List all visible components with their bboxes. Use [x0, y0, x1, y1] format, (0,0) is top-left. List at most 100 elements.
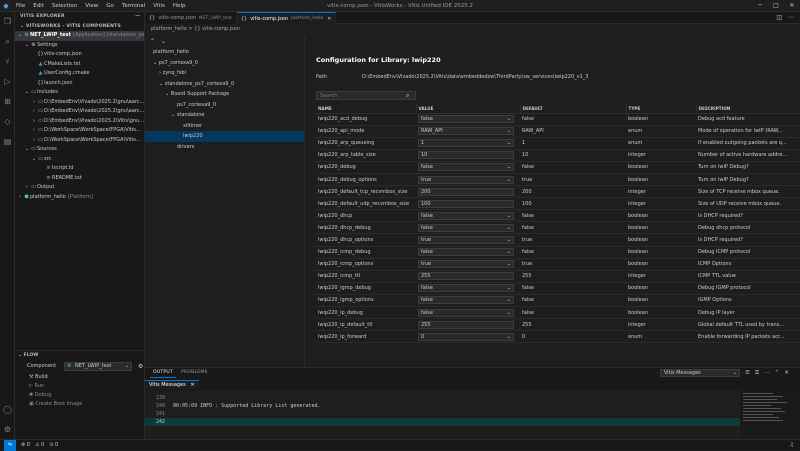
output-channel-select[interactable]: Vitis Messages ⌄	[660, 369, 740, 377]
settings-gear-icon[interactable]: ⚙	[0, 422, 15, 437]
account-icon[interactable]: ◯	[0, 402, 15, 417]
extensions-icon[interactable]: ⊞	[0, 94, 15, 109]
warnings-status[interactable]: ⚠ 0	[35, 442, 44, 448]
list-filter-icon[interactable]: ☰	[745, 370, 750, 376]
value-select[interactable]: RAW_API ⌄	[418, 127, 514, 136]
menu-go[interactable]: Go	[102, 0, 118, 12]
tree-component-net-lwip-test[interactable]: ⌄ ⚙ NET_LWIP_test [Application] [standal…	[15, 31, 144, 41]
more-icon[interactable]: ⋯	[135, 12, 140, 22]
source-control-icon[interactable]: ⑂	[0, 54, 15, 69]
tab-vitis-comp-net-lwip[interactable]: {} vitis-comp.json NET_LWIP_test	[145, 12, 237, 24]
search-input[interactable]	[316, 91, 416, 100]
tree-include-item[interactable]: › ▭ D:\EmbedEnv\Vivado\2025.2\gnu\aarc..…	[15, 107, 144, 117]
tree-file-readme[interactable]: ≡ README.txt	[15, 174, 144, 184]
errors-status[interactable]: ⊗ 0	[21, 442, 30, 448]
components-header[interactable]: ⌄ VITISWORKS - VITIS COMPONENTS	[15, 22, 144, 31]
value-select[interactable]: true ⌄	[418, 235, 514, 244]
ct-xiltimer[interactable]: xiltimer	[145, 121, 304, 132]
close-icon[interactable]: ✕	[784, 370, 789, 376]
tab-problems[interactable]: PROBLEMS	[178, 368, 211, 378]
expand-all-icon[interactable]: ⌄	[161, 38, 166, 45]
close-icon[interactable]: ✕	[327, 16, 331, 22]
tab-vitis-comp-platform[interactable]: {} vitis-comp.json platform_hello ✕	[236, 12, 337, 24]
split-editor-icon[interactable]: ◫	[776, 14, 782, 21]
tree-include-item[interactable]: › ▭ D:\WorkSpace\WorkSpace\FPGA\Vitis...	[15, 126, 144, 136]
menu-terminal[interactable]: Terminal	[118, 0, 149, 12]
vitis-icon[interactable]: ◇	[0, 114, 15, 129]
tree-file-cmakelists[interactable]: ▲ CMakeLists.txt	[15, 60, 144, 70]
value-select[interactable]: false ⌄	[418, 115, 514, 124]
close-icon[interactable]: ✕	[784, 0, 800, 12]
flow-debug[interactable]: ✱ Debug	[15, 391, 144, 400]
lock-icon[interactable]: ⚿	[755, 370, 759, 377]
ct-standalone-ps7[interactable]: ⌄ standalone_ps7_cortexa9_0	[145, 79, 304, 90]
ct-platform-hello[interactable]: platform_hello	[145, 47, 304, 58]
search-icon[interactable]: ⌕	[0, 34, 15, 49]
flow-build[interactable]: ⚒ Build	[15, 373, 144, 382]
flow-header[interactable]: ⌄ FLOW	[15, 350, 144, 359]
flow-component-select[interactable]: ⚙ NET_LWIP_test ⌄	[64, 361, 133, 371]
tree-platform-hello[interactable]: › ⬢ platform_hello [Platform]	[15, 193, 144, 203]
analysis-icon[interactable]: ▤	[0, 134, 15, 149]
remote-icon[interactable]: ⇋	[4, 439, 16, 451]
tree-file-lscript[interactable]: ≡ lscript.ld	[15, 164, 144, 174]
value-input[interactable]: 100	[418, 199, 514, 208]
tree-settings[interactable]: ⌄ ⚙ Settings	[15, 41, 144, 51]
minimize-icon[interactable]: ─	[752, 0, 768, 12]
value-input[interactable]: 255	[418, 272, 514, 281]
value-select[interactable]: false ⌄	[418, 296, 514, 305]
value-input[interactable]: 200	[418, 187, 514, 196]
menu-file[interactable]: File	[12, 0, 29, 12]
value-select[interactable]: false ⌄	[418, 248, 514, 257]
value-input[interactable]: 10	[418, 151, 514, 160]
col-type[interactable]: TYPE	[626, 104, 697, 114]
value-select[interactable]: 1 ⌄	[418, 139, 514, 148]
value-select[interactable]: false ⌄	[418, 284, 514, 293]
bell-icon[interactable]: ♫	[790, 442, 794, 448]
value-select[interactable]: false ⌄	[418, 163, 514, 172]
menu-vitis[interactable]: Vitis	[149, 0, 169, 12]
breadcrumb[interactable]: platform_hello > {} vitis-comp.json	[145, 24, 800, 34]
col-description[interactable]: DESCRIPTION	[696, 104, 800, 114]
more-icon[interactable]: ⋯	[788, 14, 794, 21]
more-icon[interactable]: ⋯	[764, 370, 770, 376]
value-select[interactable]: true ⌄	[418, 260, 514, 269]
chevron-up-icon[interactable]: ⌃	[775, 370, 780, 376]
tree-file-launch-json[interactable]: {} launch.json	[15, 79, 144, 89]
tree-include-item[interactable]: › ▭ D:\WorkSpace\WorkSpace\FPGA\Vitis...	[15, 136, 144, 146]
ct-lwip220[interactable]: lwip220	[145, 131, 304, 142]
tree-includes[interactable]: ⌄ ▭ Includes	[15, 88, 144, 98]
menu-selection[interactable]: Selection	[48, 0, 81, 12]
tree-sources[interactable]: ⌄ ▭ Sources	[15, 145, 144, 155]
tree-file-userconfig[interactable]: ▲ UserConfig.cmake	[15, 69, 144, 79]
value-select[interactable]: true ⌄	[418, 175, 514, 184]
ct-zynq-fsbl[interactable]: › zynq_fsbl	[145, 68, 304, 79]
gear-icon[interactable]: ⚙	[138, 363, 143, 370]
vitis-messages-tab[interactable]: Vitis Messages ✕	[145, 380, 199, 389]
flow-run[interactable]: ▷ Run	[15, 382, 144, 391]
maximize-icon[interactable]: □	[768, 0, 784, 12]
col-name[interactable]: NAME	[316, 104, 417, 114]
col-default[interactable]: DEFAULT	[520, 104, 627, 114]
tree-include-item[interactable]: › ▭ D:\EmbedEnv\Vivado\2025.2\Vitis\gnu.…	[15, 117, 144, 127]
ct-drivers[interactable]: drivers	[145, 142, 304, 153]
output-console[interactable]: 239 240 00:05:09 INFO : Supported Library…	[145, 390, 740, 440]
col-value[interactable]: VALUE	[416, 104, 521, 114]
ct-standalone[interactable]: ⌄ standalone	[145, 110, 304, 121]
ports-status[interactable]: ⊙ 0	[49, 442, 58, 448]
explorer-icon[interactable]: ❐	[0, 14, 15, 29]
ct-ps7-cortexa9-sub[interactable]: ps7_cortexa9_0	[145, 100, 304, 111]
ct-bsp[interactable]: ⌄ Board Support Package	[145, 89, 304, 100]
tree-src-folder[interactable]: ⌄ ▭ src	[15, 155, 144, 165]
close-icon[interactable]: ✕	[190, 382, 194, 388]
value-select[interactable]: false ⌄	[418, 223, 514, 232]
menu-edit[interactable]: Edit	[29, 0, 48, 12]
value-select[interactable]: 0 ⌄	[418, 332, 514, 341]
run-debug-icon[interactable]: ▷	[0, 74, 15, 89]
flow-create-boot-image[interactable]: ▣ Create Boot Image	[15, 400, 144, 409]
tab-output[interactable]: OUTPUT	[150, 368, 176, 378]
ct-ps7-cortexa9[interactable]: ⌄ ps7_cortexa9_0	[145, 58, 304, 69]
collapse-all-icon[interactable]: ⌃	[150, 38, 155, 45]
value-select[interactable]: false ⌄	[418, 308, 514, 317]
minimap[interactable]	[740, 390, 798, 440]
